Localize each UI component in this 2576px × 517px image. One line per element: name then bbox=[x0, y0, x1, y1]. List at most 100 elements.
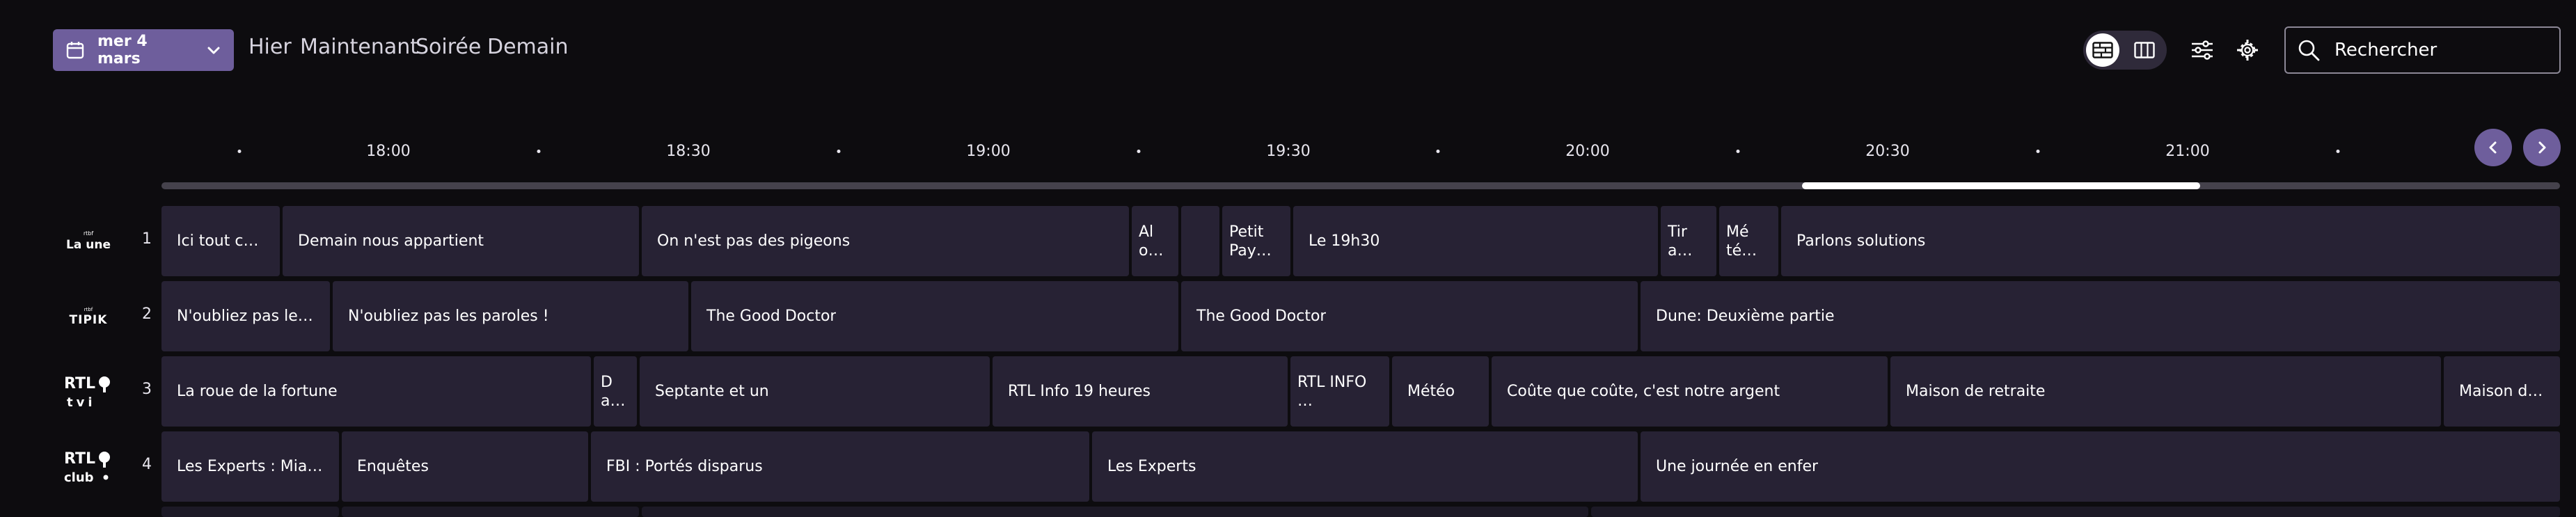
chevron-right-icon bbox=[2538, 141, 2546, 154]
tick-dot bbox=[2036, 150, 2040, 153]
search-box[interactable] bbox=[2284, 26, 2561, 74]
program-tile[interactable]: Les Experts bbox=[1092, 431, 1638, 502]
program-title: Al o… bbox=[1139, 223, 1164, 260]
channel-number: 3 bbox=[142, 381, 152, 398]
nav-hier[interactable]: Hier bbox=[248, 35, 292, 59]
channel-logo-la-une[interactable]: rtbf La une bbox=[58, 216, 118, 265]
tick-dot bbox=[1137, 150, 1141, 153]
program-tile[interactable]: N'oubliez pas les paroles ! bbox=[333, 281, 688, 351]
program-title: RTL INFO … bbox=[1297, 373, 1367, 410]
program-tile[interactable]: Coûte que coûte, c'est notre argent bbox=[1492, 356, 1888, 427]
program-title: The Good Doctor bbox=[1196, 308, 1327, 325]
program-tile[interactable]: RTL Info 19 heures bbox=[993, 356, 1288, 427]
timeline-scrollbar[interactable] bbox=[161, 182, 2560, 189]
channel-number: 2 bbox=[142, 305, 152, 323]
channel-number: 4 bbox=[142, 456, 152, 473]
program-tile[interactable]: RTL INFO … bbox=[1290, 356, 1389, 427]
date-picker-button[interactable]: mer 4 mars bbox=[53, 29, 234, 71]
program-title: Ici tout commence bbox=[177, 232, 264, 250]
scroll-right-button[interactable] bbox=[2523, 129, 2561, 166]
program-title: Mé té… bbox=[1726, 223, 1757, 260]
program-tile[interactable]: Le 19h30 bbox=[1293, 206, 1658, 276]
program-tile[interactable]: Dune: Deuxième partie bbox=[1641, 281, 2560, 351]
program-tile[interactable]: The Good Doctor bbox=[1181, 281, 1638, 351]
program-tile[interactable]: Mé té… bbox=[1719, 206, 1778, 276]
rtl-club-logo: RTL club bbox=[64, 450, 110, 485]
program-tile[interactable] bbox=[1591, 507, 2560, 517]
program-title: Le 19h30 bbox=[1309, 232, 1380, 250]
program-tile[interactable] bbox=[642, 507, 1588, 517]
program-tile[interactable]: N'oubliez pas les paroles ! bbox=[161, 281, 330, 351]
svg-text:RTL: RTL bbox=[64, 450, 95, 468]
program-title: D a… bbox=[601, 373, 626, 410]
chevron-left-icon bbox=[2489, 141, 2497, 154]
channel-logo-rtl-tvi[interactable]: RTL tvi bbox=[58, 367, 118, 415]
program-title: N'oubliez pas les paroles ! bbox=[348, 308, 549, 325]
chevron-down-icon bbox=[207, 47, 220, 54]
time-label: 19:30 bbox=[1266, 143, 1311, 160]
program-title: FBI : Portés disparus bbox=[606, 458, 763, 475]
program-title: Maison de retraite bbox=[1906, 383, 2046, 400]
search-icon bbox=[2298, 40, 2320, 61]
time-label: 21:00 bbox=[2165, 143, 2210, 160]
program-title: RTL Info 19 heures bbox=[1008, 383, 1151, 400]
grid-view-button[interactable] bbox=[2086, 33, 2119, 67]
program-tile[interactable]: La roue de la fortune bbox=[161, 356, 591, 427]
program-tile[interactable]: Les Experts : Miami bbox=[161, 431, 339, 502]
program-title: Septante et un bbox=[655, 383, 769, 400]
tipik-logo: rtbf TIPIK bbox=[70, 307, 107, 327]
program-tile[interactable]: Une journée en enfer bbox=[1641, 431, 2560, 502]
nav-demain[interactable]: Demain bbox=[487, 35, 569, 59]
program-title: Coûte que coûte, c'est notre argent bbox=[1507, 383, 1780, 400]
svg-text:rtbf: rtbf bbox=[84, 307, 93, 312]
nav-soiree[interactable]: Soirée bbox=[416, 35, 481, 59]
view-toggle[interactable] bbox=[2083, 31, 2167, 70]
tick-dot bbox=[2336, 150, 2340, 153]
program-tile[interactable]: Septante et un bbox=[640, 356, 990, 427]
program-tile[interactable]: On n'est pas des pigeons bbox=[642, 206, 1129, 276]
scrollbar-thumb[interactable] bbox=[1802, 182, 2200, 189]
program-tile[interactable]: Al o… bbox=[1132, 206, 1178, 276]
program-tile[interactable]: Tir a… bbox=[1661, 206, 1716, 276]
program-title: N'oubliez pas les paroles ! bbox=[177, 308, 315, 325]
scroll-left-button[interactable] bbox=[2474, 129, 2512, 166]
program-tile[interactable]: Maison de retraite bbox=[1890, 356, 2441, 427]
program-tile[interactable]: Météo bbox=[1392, 356, 1489, 427]
program-tile[interactable] bbox=[1181, 206, 1219, 276]
program-tile[interactable]: The Good Doctor bbox=[691, 281, 1178, 351]
time-label: 19:00 bbox=[966, 143, 1011, 160]
time-label: 20:00 bbox=[1565, 143, 1610, 160]
program-tile[interactable] bbox=[161, 507, 339, 517]
program-tile[interactable]: Enquêtes bbox=[342, 431, 588, 502]
svg-text:club: club bbox=[64, 470, 94, 485]
program-tile[interactable]: Petit Pay… bbox=[1222, 206, 1290, 276]
tick-dot bbox=[537, 150, 541, 153]
time-label: 18:00 bbox=[366, 143, 411, 160]
column-view-icon bbox=[2134, 42, 2155, 58]
program-title: Une journée en enfer bbox=[1656, 458, 1819, 475]
channel-logo-tipik[interactable]: rtbf TIPIK bbox=[58, 292, 118, 340]
program-tile[interactable] bbox=[342, 507, 639, 517]
sliders-icon bbox=[2192, 40, 2213, 60]
program-tile[interactable]: Demain nous appartient bbox=[283, 206, 639, 276]
program-tile[interactable]: FBI : Portés disparus bbox=[591, 431, 1089, 502]
channel-logo-rtl-club[interactable]: RTL club bbox=[58, 442, 118, 491]
program-title: Demain nous appartient bbox=[298, 232, 484, 250]
tick-dot bbox=[237, 150, 242, 153]
date-label: mer 4 mars bbox=[97, 33, 148, 67]
program-tile[interactable]: Maison de retraite bbox=[2444, 356, 2560, 427]
filter-button[interactable] bbox=[2186, 33, 2219, 67]
grid-view-icon bbox=[2092, 42, 2113, 58]
program-tile[interactable]: Parlons solutions bbox=[1781, 206, 2560, 276]
settings-button[interactable] bbox=[2231, 33, 2264, 67]
search-input[interactable] bbox=[2333, 39, 2545, 61]
tick-dot bbox=[1436, 150, 1440, 153]
svg-text:La une: La une bbox=[66, 238, 111, 252]
program-tile[interactable]: D a… bbox=[594, 356, 637, 427]
la-une-logo: rtbf La une bbox=[66, 230, 111, 252]
nav-maintenant[interactable]: Maintenant bbox=[300, 35, 418, 59]
column-view-button[interactable] bbox=[2128, 33, 2161, 67]
program-title: Dune: Deuxième partie bbox=[1656, 308, 1835, 325]
program-tile[interactable]: Ici tout commence bbox=[161, 206, 280, 276]
svg-text:RTL: RTL bbox=[64, 375, 95, 392]
